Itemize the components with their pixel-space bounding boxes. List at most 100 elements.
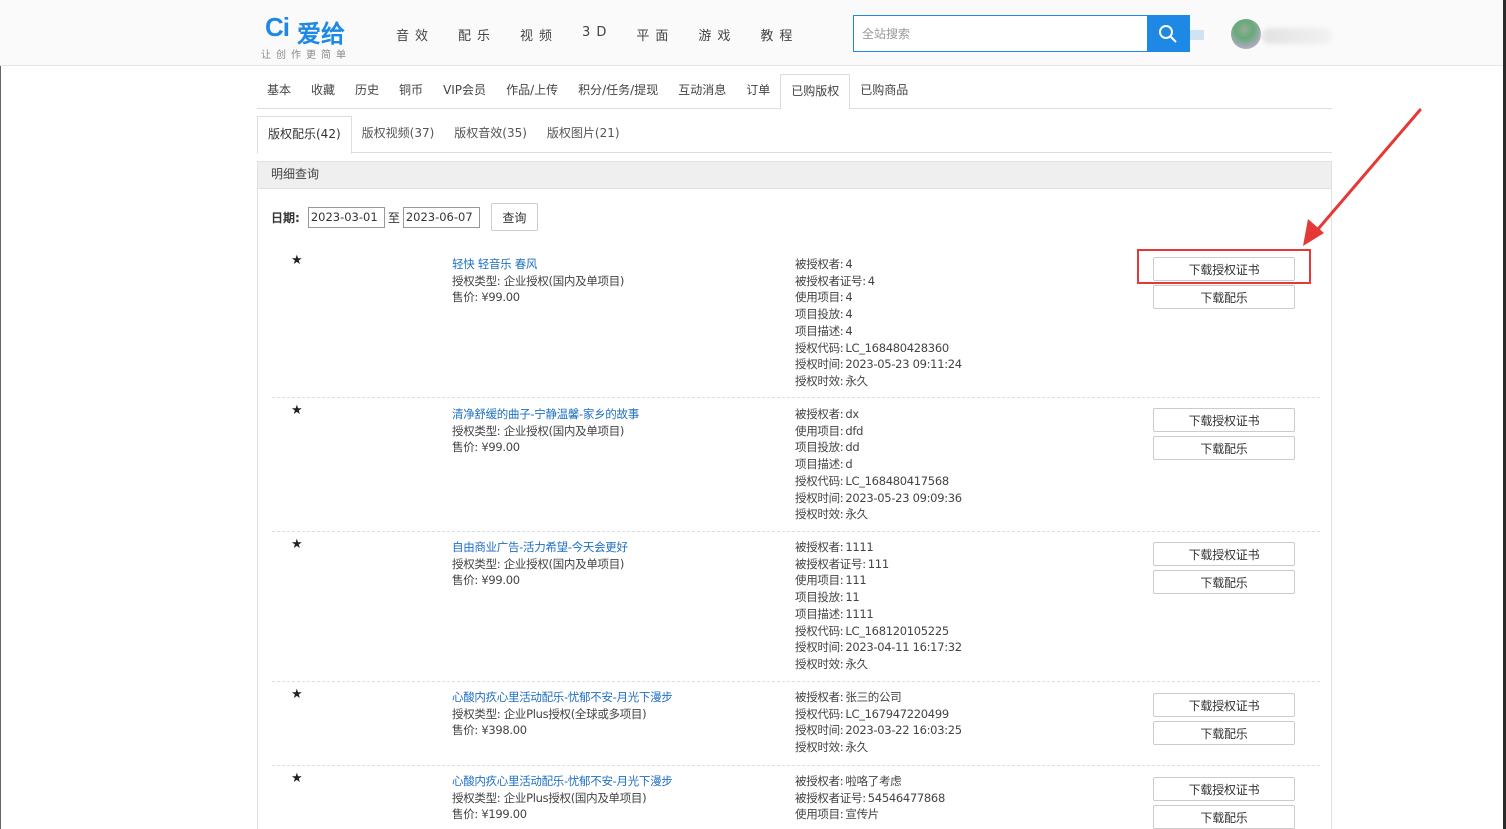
tab-vip[interactable]: VIP会员 bbox=[433, 74, 496, 109]
record-details: 被授权者: 4 被授权者证号: 4 使用项目: 4 项目投放: 4 项目描述: 4 授权代… bbox=[795, 256, 1115, 390]
tab-basic[interactable]: 基本 bbox=[257, 74, 301, 109]
tab-favorites[interactable]: 收藏 bbox=[301, 74, 345, 109]
detail-key: 授权时间: bbox=[795, 723, 844, 738]
detail-value: 4 bbox=[845, 307, 853, 322]
tab-purchased-licenses[interactable]: 已购版权 bbox=[780, 74, 851, 110]
date-to-input[interactable] bbox=[402, 206, 480, 228]
detail-key: 授权代码: bbox=[795, 706, 844, 721]
page: Ci 爱给 让创作更简单 音效 配乐 视频 3D 平面 游戏 教程 全站搜索 基… bbox=[0, 0, 1506, 829]
tab-license-image[interactable]: 版权图片(21) bbox=[537, 116, 630, 153]
detail-value: 4 bbox=[845, 290, 853, 305]
tab-license-sfx[interactable]: 版权音效(35) bbox=[444, 116, 537, 153]
record-title-link[interactable]: 自由商业广告-活力希望-今天会更好 bbox=[452, 539, 772, 556]
annotation-highlight-box bbox=[1137, 249, 1311, 284]
detail-row: 授权时效: 永久 bbox=[795, 739, 1115, 756]
detail-key: 使用项目: bbox=[795, 573, 844, 588]
avatar[interactable] bbox=[1231, 19, 1261, 49]
nav-item-3d[interactable]: 3D bbox=[582, 25, 612, 44]
tab-coins[interactable]: 铜币 bbox=[389, 74, 433, 109]
detail-row: 被授权者: 4 bbox=[795, 256, 1115, 273]
star-icon[interactable]: ★ bbox=[291, 403, 303, 418]
star-icon[interactable]: ★ bbox=[291, 687, 303, 702]
license-record: ★ 自由商业广告-活力希望-今天会更好 授权类型: 企业授权(国内及单项目) 售… bbox=[272, 532, 1320, 682]
download-music-button[interactable]: 下载配乐 bbox=[1153, 285, 1295, 309]
query-button[interactable]: 查询 bbox=[490, 203, 538, 231]
detail-key: 项目描述: bbox=[795, 606, 844, 621]
detail-row: 被授权者: 啦咯了考虑 bbox=[795, 773, 1115, 790]
detail-value: 2023-04-11 16:17:32 bbox=[845, 640, 962, 655]
record-license-type: 授权类型: 企业授权(国内及单项目) bbox=[452, 423, 625, 438]
detail-key: 被授权者: bbox=[795, 257, 844, 271]
header-decoration bbox=[1190, 30, 1204, 40]
nav-item-music[interactable]: 配乐 bbox=[458, 25, 496, 44]
record-title-link[interactable]: 清净舒缓的曲子-宁静温馨-家乡的故事 bbox=[452, 406, 772, 423]
record-title-link[interactable]: 心酸内疚心里活动配乐-忧郁不安-月光下漫步 bbox=[452, 773, 772, 790]
download-certificate-button[interactable]: 下载授权证书 bbox=[1153, 408, 1295, 432]
detail-key: 项目投放: bbox=[795, 590, 844, 605]
detail-key: 授权时间: bbox=[795, 357, 844, 372]
tab-orders[interactable]: 订单 bbox=[736, 74, 780, 109]
detail-row: 授权代码: LC_168480428360 bbox=[795, 340, 1115, 357]
record-details: 被授权者: 啦咯了考虑 被授权者证号: 54546477868 使用项目: 宣传片 bbox=[795, 773, 1115, 823]
detail-value: LC_168480428360 bbox=[845, 340, 949, 355]
search-input[interactable] bbox=[854, 16, 1148, 51]
record-info: 心酸内疚心里活动配乐-忧郁不安-月光下漫步 授权类型: 企业Plus授权(全球或… bbox=[452, 689, 772, 739]
detail-row: 项目投放: dd bbox=[795, 439, 1115, 456]
download-certificate-button[interactable]: 下载授权证书 bbox=[1153, 693, 1295, 717]
search-box bbox=[853, 15, 1190, 52]
nav-item-game[interactable]: 游戏 bbox=[698, 25, 736, 44]
tab-license-music[interactable]: 版权配乐(42) bbox=[257, 116, 352, 154]
star-icon[interactable]: ★ bbox=[291, 537, 303, 552]
download-music-button[interactable]: 下载配乐 bbox=[1153, 805, 1295, 829]
detail-value: 111 bbox=[845, 573, 867, 588]
detail-row: 授权时效: 永久 bbox=[795, 656, 1115, 673]
detail-key: 使用项目: bbox=[795, 290, 844, 305]
detail-value: LC_167947220499 bbox=[845, 706, 949, 721]
tab-purchased-goods[interactable]: 已购商品 bbox=[850, 74, 918, 109]
download-certificate-button[interactable]: 下载授权证书 bbox=[1153, 777, 1295, 801]
download-music-button[interactable]: 下载配乐 bbox=[1153, 436, 1295, 460]
detail-key: 授权时效: bbox=[795, 507, 844, 522]
tab-works-upload[interactable]: 作品/上传 bbox=[496, 74, 568, 109]
download-music-button[interactable]: 下载配乐 bbox=[1153, 721, 1295, 745]
star-icon[interactable]: ★ bbox=[291, 771, 303, 786]
tab-messages[interactable]: 互动消息 bbox=[668, 74, 736, 109]
nav-item-video[interactable]: 视频 bbox=[520, 25, 558, 44]
detail-value: d bbox=[845, 457, 853, 472]
download-music-button[interactable]: 下载配乐 bbox=[1153, 570, 1295, 594]
detail-row: 授权时效: 永久 bbox=[795, 506, 1115, 523]
detail-key: 授权代码: bbox=[795, 340, 844, 355]
detail-key: 项目描述: bbox=[795, 323, 844, 338]
detail-value: 2023-03-22 16:03:25 bbox=[845, 723, 962, 738]
search-button[interactable] bbox=[1147, 16, 1189, 51]
nav-item-sound-effects[interactable]: 音效 bbox=[396, 25, 434, 44]
detail-value: 2023-05-23 09:09:36 bbox=[845, 490, 962, 505]
site-logo[interactable]: Ci 爱给 让创作更简单 bbox=[261, 12, 371, 61]
tab-license-video[interactable]: 版权视频(37) bbox=[352, 116, 445, 153]
detail-key: 被授权者: bbox=[795, 774, 844, 788]
panel-title: 明细查询 bbox=[258, 162, 1331, 189]
download-certificate-button[interactable]: 下载授权证书 bbox=[1153, 542, 1295, 566]
date-from-input[interactable] bbox=[307, 206, 385, 228]
detail-key: 授权时间: bbox=[795, 490, 844, 505]
detail-value: 111 bbox=[867, 556, 889, 571]
nav-item-tutorial[interactable]: 教程 bbox=[760, 25, 798, 44]
detail-row: 使用项目: 111 bbox=[795, 572, 1115, 589]
record-details: 被授权者: 1111 被授权者证号: 111 使用项目: 111 项目投放: 11 项目… bbox=[795, 539, 1115, 673]
license-category-tabs: 版权配乐(42) 版权视频(37) 版权音效(35) 版权图片(21) bbox=[257, 116, 1332, 154]
record-title-link[interactable]: 心酸内疚心里活动配乐-忧郁不安-月光下漫步 bbox=[452, 689, 772, 706]
tab-history[interactable]: 历史 bbox=[345, 74, 389, 109]
detail-key: 使用项目: bbox=[795, 807, 844, 822]
detail-value: 54546477868 bbox=[867, 790, 945, 805]
star-icon[interactable]: ★ bbox=[291, 253, 303, 268]
detail-row: 使用项目: 宣传片 bbox=[795, 806, 1115, 823]
detail-row: 被授权者证号: 111 bbox=[795, 556, 1115, 573]
tab-points[interactable]: 积分/任务/提现 bbox=[568, 74, 668, 109]
nav-item-graphic[interactable]: 平面 bbox=[636, 25, 674, 44]
main-nav: 音效 配乐 视频 3D 平面 游戏 教程 bbox=[396, 25, 822, 44]
record-title-link[interactable]: 轻快 轻音乐 春风 bbox=[452, 256, 772, 273]
license-record: ★ 清净舒缓的曲子-宁静温馨-家乡的故事 授权类型: 企业授权(国内及单项目) … bbox=[272, 398, 1320, 532]
username-blurred[interactable] bbox=[1262, 28, 1332, 44]
detail-value: 1111 bbox=[845, 540, 874, 554]
detail-value: 宣传片 bbox=[845, 807, 879, 822]
